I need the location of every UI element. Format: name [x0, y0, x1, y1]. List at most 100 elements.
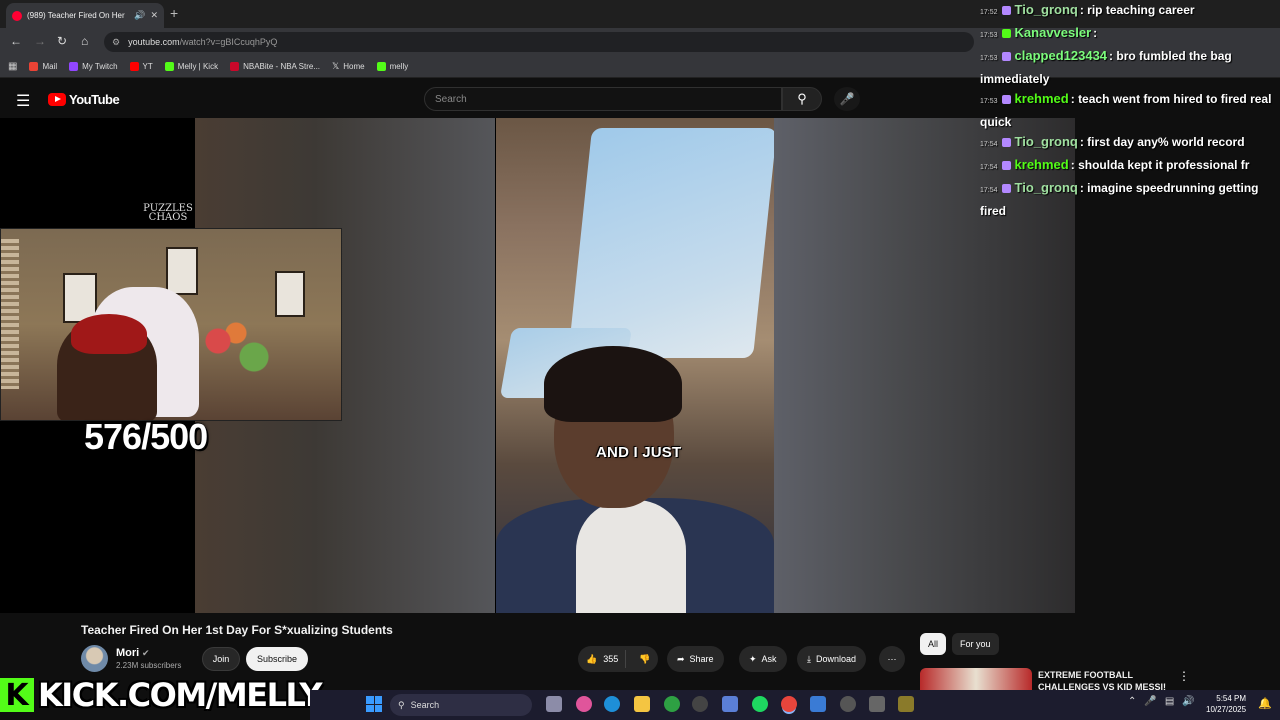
chat-username[interactable]: krehmed [1015, 91, 1069, 106]
system-tray: ⌃ 🎤 ▤ 🔊 [1128, 696, 1195, 707]
speaker-icon[interactable]: 🔊 [134, 10, 145, 21]
channel-name[interactable]: Mori [116, 647, 139, 659]
new-tab-button[interactable]: + [170, 5, 178, 21]
chat-username[interactable]: Tio_gronq [1015, 180, 1078, 195]
more-actions-button[interactable]: ⋯ [879, 646, 905, 672]
task-view-icon[interactable] [546, 696, 562, 712]
copilot-icon[interactable] [576, 696, 592, 712]
chat-text: : rip teaching career [1079, 3, 1195, 17]
chat-message: 17:53 krehmed: teach went from hired to f… [980, 89, 1275, 132]
chat-username[interactable]: Kanavvesler [1015, 25, 1092, 40]
tab-title: (989) Teacher Fired On Her [27, 11, 125, 20]
shirt [576, 500, 686, 613]
voice-search-button[interactable]: 🎤 [834, 87, 860, 111]
photos-icon[interactable] [810, 696, 826, 712]
like-button[interactable]: 👍 355 [578, 650, 626, 668]
chevron-up-icon[interactable]: ⌃ [1128, 696, 1136, 707]
bookmark-melly-kick[interactable]: Melly | Kick [164, 62, 218, 71]
streamer-hair [71, 314, 147, 354]
search-input[interactable]: Search [424, 87, 782, 111]
chat-username[interactable]: Tio_gronq [1015, 134, 1078, 149]
x-logo-icon: 𝕏 [332, 61, 340, 71]
windows-start-icon[interactable] [366, 696, 382, 712]
kick-banner: K KICK.COM/MELLY [0, 676, 323, 714]
download-button[interactable]: ⤓ Download [797, 646, 867, 672]
share-button[interactable]: ➦ Share [667, 646, 724, 672]
app-icon[interactable] [898, 696, 914, 712]
chat-username[interactable]: Tio_gronq [1015, 2, 1078, 17]
chat-username[interactable]: clapped123434 [1015, 48, 1108, 63]
mail-icon [29, 62, 39, 71]
address-bar[interactable]: ⚙ youtube.com/watch?v=gBICcuqhPyQ [104, 32, 974, 52]
chat-text: : shoulda kept it professional fr [1070, 158, 1250, 172]
nba-icon [230, 62, 240, 71]
bookmark-my-twitch[interactable]: My Twitch [69, 62, 118, 71]
bookmark-melly[interactable]: melly [376, 62, 408, 71]
url-host: youtube.com [128, 37, 180, 47]
media-player-icon[interactable] [840, 696, 856, 712]
recommended-thumbnail[interactable] [920, 668, 1032, 690]
recommended-title[interactable]: EXTREME FOOTBALL CHALLENGES VS KID MESSI… [1038, 669, 1168, 690]
channel-avatar[interactable] [81, 645, 108, 672]
search-button[interactable]: ⚲ [782, 87, 822, 111]
back-arrow-icon[interactable]: ← [10, 34, 22, 48]
xbox-icon[interactable] [664, 696, 680, 712]
home-icon[interactable]: ⌂ [81, 34, 88, 48]
network-icon[interactable]: ▤ [1165, 696, 1174, 707]
ask-button[interactable]: ✦ Ask [739, 646, 787, 672]
menu-icon[interactable]: ☰ [16, 91, 30, 111]
hair [544, 346, 682, 422]
forward-arrow-icon[interactable]: → [34, 34, 46, 48]
bookmark-yt[interactable]: YT [129, 62, 153, 71]
puzzles-chaos-logo: PUZZLES CHAOS [143, 203, 193, 223]
app-icon[interactable] [869, 696, 885, 712]
goal-counter: 576/500 [84, 416, 208, 457]
site-info-icon[interactable]: ⚙ [112, 37, 120, 48]
youtube-favicon-icon [12, 10, 22, 21]
chat-timestamp: 17:54 [980, 187, 998, 194]
youtube-logo[interactable]: YouTube [48, 92, 120, 107]
chat-badge-icon [1001, 161, 1011, 170]
dislike-button[interactable]: 👎 [631, 654, 650, 665]
reload-icon[interactable]: ↻ [57, 34, 67, 48]
apps-grid-icon[interactable]: ▦ [8, 61, 17, 72]
taskbar-search[interactable]: ⚲ Search [390, 694, 532, 716]
file-explorer-icon[interactable] [634, 696, 650, 712]
clock-date: 10/27/2025 [1206, 705, 1247, 714]
notification-icon[interactable]: 🔔 [1258, 697, 1272, 710]
sparkle-icon: ✦ [749, 653, 757, 664]
bookmark-home[interactable]: 𝕏 Home [332, 61, 365, 72]
chip-for-you[interactable]: For you [952, 633, 999, 655]
github-icon[interactable] [692, 696, 708, 712]
store-icon[interactable] [722, 696, 738, 712]
microphone-icon[interactable]: 🎤 [1144, 696, 1156, 707]
kick-icon [164, 62, 174, 71]
chat-timestamp: 17:54 [980, 141, 998, 148]
thumbs-down-icon: 👎 [639, 653, 651, 664]
kick-icon [376, 62, 386, 71]
chat-username[interactable]: krehmed [1015, 157, 1069, 172]
chrome-icon[interactable] [781, 696, 797, 712]
like-dislike-group: 👍 355 👎 [578, 646, 658, 672]
video-caption: AND I JUST [596, 444, 682, 461]
volume-icon[interactable]: 🔊 [1182, 696, 1194, 707]
thumbs-up-icon: 👍 [586, 653, 598, 664]
bookmark-mail[interactable]: Mail [29, 62, 57, 71]
bookmark-nbabite[interactable]: NBABite - NBA Stre... [230, 62, 320, 71]
close-tab-icon[interactable]: ✕ [150, 10, 158, 21]
more-vertical-icon[interactable]: ⋮ [1178, 669, 1190, 683]
chat-message: 17:53 clapped123434: bro fumbled the bag … [980, 46, 1275, 89]
sunroof [567, 128, 774, 358]
chip-all[interactable]: All [920, 633, 947, 655]
chat-badge-icon [1001, 52, 1011, 61]
taskbar-clock[interactable]: 5:54 PM 10/27/2025 [1206, 693, 1246, 715]
join-button[interactable]: Join [202, 647, 240, 671]
youtube-play-icon [48, 93, 66, 106]
url-path: /watch?v=gBICcuqhPyQ [179, 37, 278, 47]
chat-badge-icon [1001, 184, 1011, 193]
spotify-icon[interactable] [752, 696, 768, 712]
edge-icon[interactable] [604, 696, 620, 712]
subscribe-button[interactable]: Subscribe [246, 647, 308, 671]
clock-time: 5:54 PM [1216, 694, 1247, 703]
browser-tab[interactable]: (989) Teacher Fired On Her 🔊 ✕ [6, 3, 164, 28]
